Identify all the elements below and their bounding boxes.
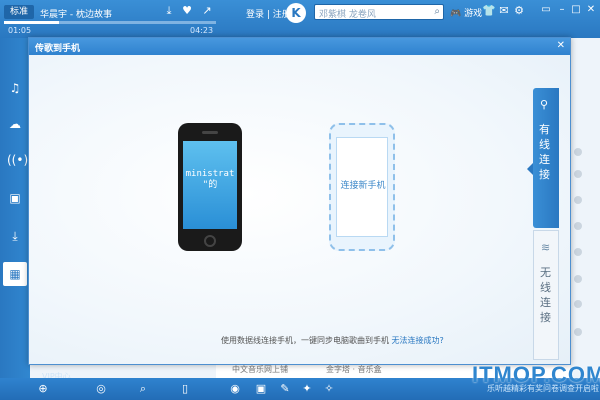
phone-screen-text: ministrat "的 [185, 169, 235, 190]
list-action-icon[interactable] [574, 222, 582, 230]
list-action-icon[interactable] [574, 328, 582, 336]
save-icon[interactable]: ▣ [7, 190, 23, 206]
heart-icon[interactable]: ♥ [180, 4, 194, 18]
phone-icon[interactable]: ▯ [178, 382, 192, 396]
time-total: 04:23 [190, 26, 214, 35]
search-icon[interactable]: ⌕ [434, 6, 440, 17]
search-placeholder: 邓紫棋 龙卷风 [319, 10, 376, 20]
wifi-icon: ≋ [541, 241, 551, 254]
list-item[interactable]: 中文音乐网上铺 [232, 364, 288, 375]
kugou-logo[interactable]: K [286, 3, 306, 23]
radio-icon[interactable]: ((•)) [7, 152, 33, 168]
hint-text: 使用数据线连接手机，一键同步电脑歌曲到手机 [221, 336, 389, 345]
download-icon[interactable]: ⤓ [7, 228, 23, 244]
playback-progress[interactable] [4, 21, 216, 24]
maximize-icon[interactable]: □ [570, 4, 582, 16]
message-icon[interactable]: ✉ [497, 4, 511, 18]
usb-icon: ⚲ [540, 98, 549, 111]
tab-wired-label: 有线连接 [539, 123, 550, 181]
tool-icon[interactable]: ✧ [322, 382, 336, 396]
connect-new-phone-label: 连接新手机 [340, 181, 386, 191]
game-label: 游戏 [464, 9, 483, 19]
add-icon[interactable]: ⊕ [36, 382, 50, 396]
share-icon[interactable]: ↗ [200, 4, 214, 18]
new-phone-screen: 连接新手机 [336, 137, 388, 237]
dialog-header: 传歌到手机 ✕ [29, 38, 570, 55]
login-register-link[interactable]: 登录 | 注册 [246, 7, 291, 20]
search-input[interactable]: 邓紫棋 龙卷风 ⌕ [314, 4, 444, 20]
radio-icon[interactable]: ◉ [228, 382, 242, 396]
list-item[interactable]: 金字塔 · 音乐盒 [326, 364, 382, 375]
app-icon[interactable]: ▣ [254, 382, 268, 396]
connect-new-phone-button[interactable]: 连接新手机 [329, 123, 395, 251]
locate-icon[interactable]: ◎ [94, 382, 108, 396]
mode-dropdown[interactable]: 标准 [4, 5, 35, 19]
tool-icon[interactable]: ✎ [278, 382, 292, 396]
close-icon[interactable]: ✕ [585, 4, 597, 16]
tab-wired-connection[interactable]: ⚲ 有线连接 [533, 88, 559, 228]
cloud-icon[interactable]: ☁ [7, 116, 23, 132]
list-action-icon[interactable] [574, 300, 582, 308]
list-action-icon[interactable] [574, 170, 582, 178]
now-playing-title: 华晨宇 - 枕边故事 [40, 10, 112, 20]
mini-mode-icon[interactable]: ▭ [540, 4, 552, 16]
cannot-connect-link[interactable]: 无法连接成功? [392, 336, 444, 345]
time-current: 01:05 [8, 26, 32, 35]
phone-home-button [204, 235, 216, 247]
settings-icon[interactable]: ⚙ [512, 4, 526, 18]
close-icon[interactable]: ✕ [557, 40, 565, 51]
dialog-title: 传歌到手机 [35, 44, 81, 54]
phone-speaker [202, 131, 218, 134]
game-button[interactable]: 🎮 游戏 [450, 6, 482, 19]
apps-icon[interactable]: ▦ [3, 262, 27, 286]
minimize-icon[interactable]: – [556, 4, 568, 16]
connected-phone-image: ministrat "的 [178, 123, 242, 251]
connection-hint: 使用数据线连接手机，一键同步电脑歌曲到手机 无法连接成功? [221, 335, 444, 346]
download-icon[interactable]: ⤓ [162, 4, 176, 18]
list-action-icon[interactable] [574, 248, 582, 256]
tool-icon[interactable]: ✦ [300, 382, 314, 396]
top-bar: 标准 华晨宇 - 枕边故事 ⤓ ♥ ↗ 01:05 04:23 登录 | 注册 … [0, 0, 600, 38]
tab-wireless-connection[interactable]: ≋ 无线连接 [533, 230, 559, 360]
transfer-to-phone-dialog: 传歌到手机 ✕ ministrat "的 连接新手机 使用数据线连接手机，一键同… [28, 37, 571, 365]
tab-wireless-label: 无线连接 [540, 266, 551, 324]
progress-fill [4, 21, 60, 24]
phone-screen: ministrat "的 [183, 141, 237, 229]
left-sidebar: ♫ ☁ ((•)) ▣ ⤓ ▦ [0, 38, 33, 378]
music-note-icon[interactable]: ♫ [7, 80, 23, 96]
dialog-body: ministrat "的 连接新手机 使用数据线连接手机，一键同步电脑歌曲到手机… [29, 55, 570, 364]
search-icon[interactable]: ⌕ [136, 382, 150, 396]
list-action-icon[interactable] [574, 148, 582, 156]
list-action-icon[interactable] [574, 275, 582, 283]
watermark: ITMOP.COM [472, 362, 600, 387]
list-action-icon[interactable] [574, 196, 582, 204]
skin-icon[interactable]: 👕 [482, 4, 496, 18]
